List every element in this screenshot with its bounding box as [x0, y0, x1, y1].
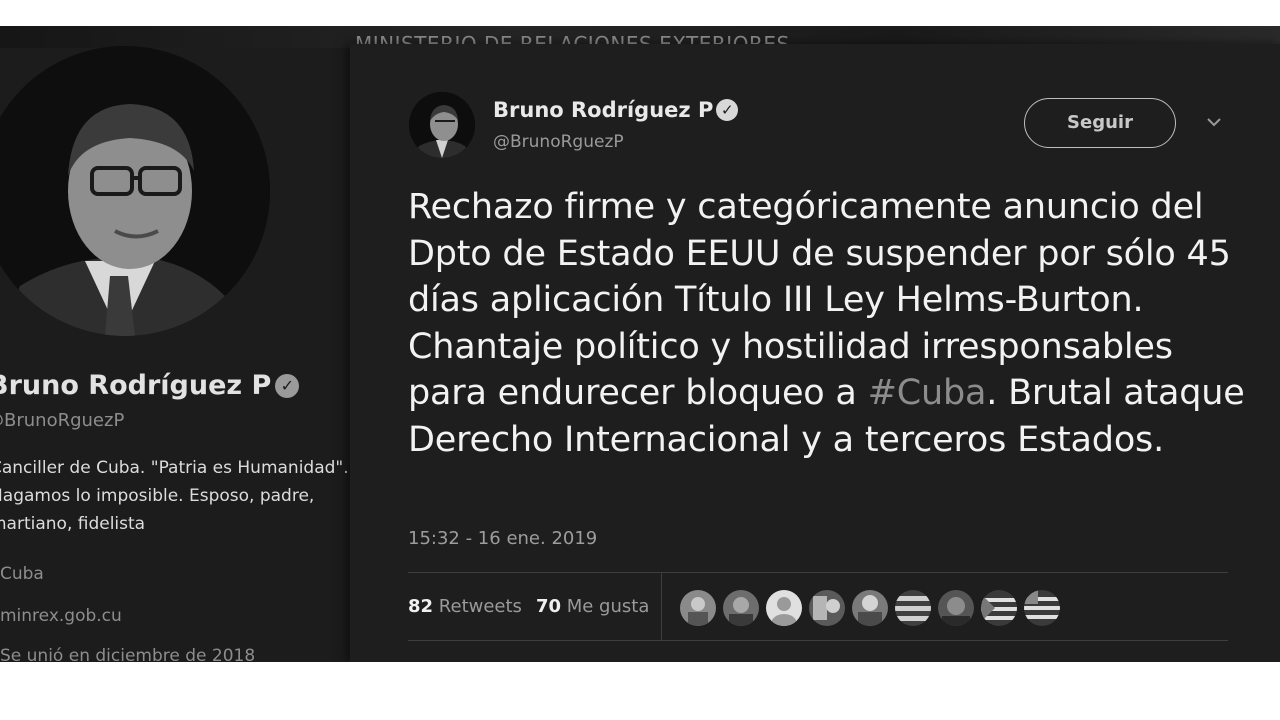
bio-line: Canciller de Cuba. "Patria es Humanidad"… [0, 458, 349, 478]
tweet-card: Bruno Rodríguez P ✓ @BrunoRguezP Seguir R… [350, 44, 1280, 662]
bio-line: Hagamos lo imposible. Esposo, padre, [0, 486, 315, 506]
divider [408, 572, 1228, 573]
profile-joined-date: Se unió en diciembre de 2018 [0, 646, 256, 662]
profile-bio: Canciller de Cuba. "Patria es Humanidad"… [0, 454, 350, 538]
bio-line: martiano, fidelista [0, 514, 146, 534]
liker-avatar[interactable] [938, 590, 974, 626]
screenshot-frame: MINISTERIO DE RELACIONES EXTERIORES Brun… [0, 26, 1280, 662]
liker-avatar[interactable] [895, 590, 931, 626]
liker-avatar[interactable] [1024, 590, 1060, 626]
profile-avatar[interactable] [0, 46, 270, 336]
liker-avatar[interactable] [981, 590, 1017, 626]
divider [408, 640, 1228, 641]
retweets-label: Retweets [438, 596, 522, 617]
tweet-author-name-text: Bruno Rodríguez P [493, 98, 714, 122]
liker-avatar[interactable] [809, 590, 845, 626]
profile-website-link[interactable]: minrex.gob.cu [0, 606, 122, 626]
liker-avatar[interactable] [852, 590, 888, 626]
chevron-down-icon[interactable] [1206, 116, 1222, 128]
likes-count: 70 [535, 596, 561, 617]
profile-name: Bruno Rodríguez P ✓ [0, 370, 300, 401]
profile-location: Cuba [0, 564, 44, 584]
divider [661, 572, 662, 640]
likes-stat[interactable]: 70 Me gusta [536, 596, 649, 617]
tweet-author-avatar[interactable] [409, 92, 475, 158]
tweet-author-handle[interactable]: @BrunoRguezP [493, 132, 624, 152]
tweet-timestamp[interactable]: 15:32 - 16 ene. 2019 [408, 528, 597, 549]
follow-button[interactable]: Seguir [1024, 98, 1176, 148]
profile-handle[interactable]: @BrunoRguezP [0, 410, 124, 431]
liker-avatar[interactable] [680, 590, 716, 626]
liker-avatar[interactable] [723, 590, 759, 626]
hashtag-link[interactable]: #Cuba [868, 373, 987, 413]
retweets-count: 82 [408, 596, 434, 617]
liker-avatars [680, 590, 1060, 626]
tweet-author-name[interactable]: Bruno Rodríguez P ✓ [493, 98, 739, 122]
retweets-stat[interactable]: 82 Retweets [408, 596, 522, 617]
liker-avatar[interactable] [766, 590, 802, 626]
tweet-text: Rechazo firme y categóricamente anuncio … [408, 184, 1248, 463]
likes-label: Me gusta [566, 596, 650, 617]
tweet-stats: 82 Retweets 70 Me gusta [408, 596, 649, 617]
profile-name-text: Bruno Rodríguez P [0, 370, 272, 401]
verified-badge-icon: ✓ [716, 99, 739, 121]
verified-badge-icon: ✓ [275, 374, 300, 398]
